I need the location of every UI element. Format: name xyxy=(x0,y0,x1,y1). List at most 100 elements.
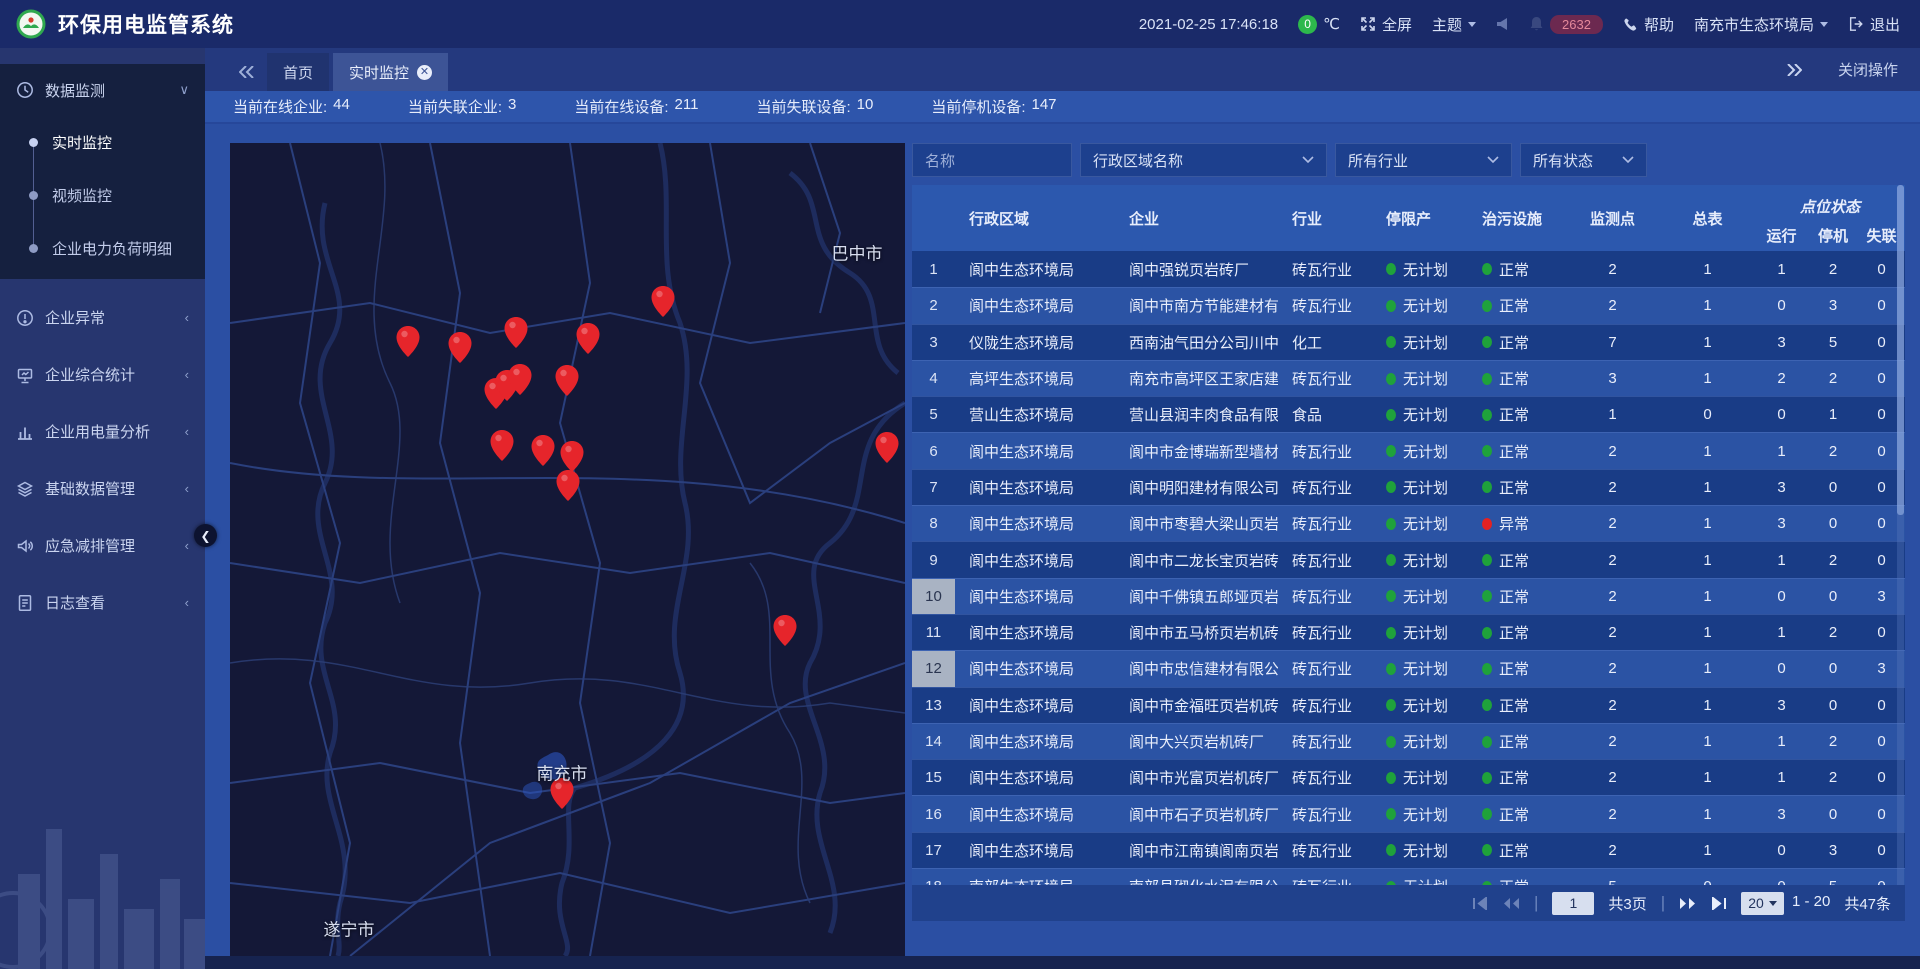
chevron-down-icon: ∨ xyxy=(179,82,189,98)
cell-industry: 化工 xyxy=(1278,325,1372,360)
table-scrollbar-thumb[interactable] xyxy=(1897,185,1904,515)
sidebar-collapse-button[interactable]: ❮ xyxy=(194,524,217,547)
table-row[interactable]: 14阆中生态环境局阆中大兴页岩机砖厂砖瓦行业无计划正常21120 xyxy=(912,723,1905,759)
page-number-input[interactable]: 1 xyxy=(1552,892,1594,915)
cell-company: 阆中市光富页岩机砖厂 xyxy=(1115,760,1278,795)
table-row[interactable]: 8阆中生态环境局阆中市枣碧大梁山页岩砖瓦行业无计划异常21300 xyxy=(912,505,1905,541)
sidebar-item-power-load-detail[interactable]: 企业电力负荷明细 xyxy=(0,222,205,275)
status-dot-green xyxy=(1386,336,1396,348)
map-pin[interactable] xyxy=(651,285,676,318)
table-body: 1阆中生态环境局阆中强锐页岩砖厂砖瓦行业无计划正常211202阆中生态环境局阆中… xyxy=(912,251,1905,885)
theme-dropdown[interactable]: 主题 xyxy=(1432,14,1476,35)
status-dot-green xyxy=(1482,736,1492,748)
tab-realtime-monitor[interactable]: 实时监控 ✕ xyxy=(333,53,448,91)
sidebar-item-emergency-reduction[interactable]: 应急减排管理‹ xyxy=(0,517,205,574)
sidebar-item-base-data[interactable]: 基础数据管理‹ xyxy=(0,460,205,517)
sidebar-item-log-view[interactable]: 日志查看‹ xyxy=(0,574,205,631)
table-row[interactable]: 10阆中生态环境局阆中千佛镇五郎垭页岩砖瓦行业无计划正常21003 xyxy=(912,578,1905,614)
map-pin[interactable] xyxy=(555,364,580,397)
table-row[interactable]: 15阆中生态环境局阆中市光富页岩机砖厂砖瓦行业无计划正常21120 xyxy=(912,759,1905,795)
stat-item: 当前失联设备:10 xyxy=(756,96,873,117)
table-row[interactable]: 7阆中生态环境局阆中明阳建材有限公司砖瓦行业无计划正常21300 xyxy=(912,469,1905,505)
table-row[interactable]: 3仪陇生态环境局西南油气田分公司川中化工无计划正常71350 xyxy=(912,324,1905,360)
map-pin[interactable] xyxy=(531,434,556,467)
map-pin[interactable] xyxy=(773,614,798,647)
cell-limit: 无计划 xyxy=(1372,397,1468,432)
close-operations-button[interactable]: 关闭操作 xyxy=(1838,59,1898,80)
user-dropdown[interactable]: 南充市生态环境局 xyxy=(1694,14,1828,35)
table-row[interactable]: 6阆中生态环境局阆中市金博瑞新型墙材砖瓦行业无计划正常21120 xyxy=(912,432,1905,468)
cell-region: 阆中生态环境局 xyxy=(955,651,1115,686)
table-row[interactable]: 4高坪生态环境局南充市高坪区王家店建砖瓦行业无计划正常31220 xyxy=(912,360,1905,396)
monitor-icon xyxy=(16,81,34,99)
stat-value: 3 xyxy=(508,96,516,117)
map-pin[interactable] xyxy=(875,431,900,464)
map-roads-layer xyxy=(230,143,905,956)
table-row[interactable]: 12阆中生态环境局阆中市忠信建材有限公砖瓦行业无计划正常21003 xyxy=(912,650,1905,686)
map-pin[interactable] xyxy=(504,316,529,349)
first-page-button[interactable] xyxy=(1472,897,1488,910)
map-pin[interactable] xyxy=(556,469,581,502)
sound-toggle[interactable] xyxy=(1496,17,1509,31)
map-pin[interactable] xyxy=(448,331,473,364)
map-pin[interactable] xyxy=(576,322,601,355)
map-city-label: 遂宁市 xyxy=(324,916,375,941)
pin-icon xyxy=(448,331,473,364)
table-row[interactable]: 2阆中生态环境局阆中市南方节能建材有砖瓦行业无计划正常21030 xyxy=(912,287,1905,323)
table-row[interactable]: 5营山生态环境局营山县润丰肉食品有限食品无计划正常10010 xyxy=(912,396,1905,432)
cell-stop: 3 xyxy=(1808,833,1858,868)
tab-close-icon[interactable]: ✕ xyxy=(417,65,432,80)
sidebar-item-data-monitor[interactable]: 数据监测 ∨ xyxy=(0,64,205,116)
pin-icon xyxy=(508,363,533,396)
cell-meters: 1 xyxy=(1660,325,1755,360)
map-pin[interactable] xyxy=(490,429,515,462)
table-row[interactable]: 11阆中生态环境局阆中市五马桥页岩机砖砖瓦行业无计划正常21120 xyxy=(912,614,1905,650)
cell-company: 阆中千佛镇五郎垭页岩 xyxy=(1115,579,1278,614)
sidebar-group-data-monitor: 数据监测 ∨ 实时监控 视频监控 企业电力负荷明细 xyxy=(0,64,205,279)
tabs-scroll-left-button[interactable] xyxy=(229,53,263,91)
cell-index: 3 xyxy=(912,325,955,360)
sidebar-item-enterprise-abnormal[interactable]: 企业异常‹ xyxy=(0,289,205,346)
cell-run: 0 xyxy=(1755,869,1808,885)
map-pin[interactable] xyxy=(508,363,533,396)
prev-page-button[interactable] xyxy=(1502,897,1520,910)
cell-stop: 0 xyxy=(1808,506,1858,541)
map-city-label: 巴中市 xyxy=(832,240,883,265)
next-page-button[interactable] xyxy=(1679,897,1697,910)
sidebar-item-realtime-monitor[interactable]: 实时监控 xyxy=(0,116,205,169)
logout-button[interactable]: 退出 xyxy=(1848,14,1900,35)
page-size-select[interactable]: 20 xyxy=(1741,892,1784,915)
tab-bar: 首页 实时监控 ✕ 关闭操作 xyxy=(205,48,1920,91)
status-dot-green xyxy=(1386,300,1396,312)
cell-index: 6 xyxy=(912,433,955,468)
table-row[interactable]: 17阆中生态环境局阆中市江南镇阆南页岩砖瓦行业无计划正常21030 xyxy=(912,832,1905,868)
table-row[interactable]: 9阆中生态环境局阆中市二龙长宝页岩砖砖瓦行业无计划正常21120 xyxy=(912,541,1905,577)
pin-icon xyxy=(651,285,676,318)
map-panel[interactable]: 巴中市南充市遂宁市 xyxy=(230,143,905,956)
table-row[interactable]: 1阆中生态环境局阆中强锐页岩砖厂砖瓦行业无计划正常21120 xyxy=(912,251,1905,287)
cell-run: 3 xyxy=(1755,506,1808,541)
cell-region: 阆中生态环境局 xyxy=(955,506,1115,541)
table-row[interactable]: 16阆中生态环境局阆中市石子页岩机砖厂砖瓦行业无计划正常21300 xyxy=(912,795,1905,831)
sidebar-item-enterprise-stats[interactable]: 企业综合统计‹ xyxy=(0,346,205,403)
last-page-button[interactable] xyxy=(1711,897,1727,910)
help-button[interactable]: 帮助 xyxy=(1623,14,1674,35)
sidebar-item-video-monitor[interactable]: 视频监控 xyxy=(0,169,205,222)
tabs-scroll-right-button[interactable] xyxy=(1778,51,1812,89)
name-search-input[interactable]: 名称 xyxy=(912,143,1072,177)
notifications[interactable]: 2632 xyxy=(1529,15,1603,34)
chevron-down-icon xyxy=(1302,156,1314,164)
tab-home[interactable]: 首页 xyxy=(267,53,329,91)
map-pin[interactable] xyxy=(396,325,421,358)
sidebar-item-power-analysis[interactable]: 企业用电量分析‹ xyxy=(0,403,205,460)
status-dot-green xyxy=(1386,736,1396,748)
cell-company: 阆中市石子页岩机砖厂 xyxy=(1115,796,1278,831)
industry-select[interactable]: 所有行业 xyxy=(1335,143,1512,177)
chart-icon xyxy=(16,423,34,441)
status-select[interactable]: 所有状态 xyxy=(1520,143,1647,177)
region-select[interactable]: 行政区域名称 xyxy=(1080,143,1327,177)
cell-stop: 0 xyxy=(1808,651,1858,686)
fullscreen-button[interactable]: 全屏 xyxy=(1360,14,1412,35)
table-row[interactable]: 13阆中生态环境局阆中市金福旺页岩机砖砖瓦行业无计划正常21300 xyxy=(912,687,1905,723)
table-row[interactable]: 18南部生态环境局南部县砌化水泥有限公砖瓦行业无计划正常50050 xyxy=(912,868,1905,885)
